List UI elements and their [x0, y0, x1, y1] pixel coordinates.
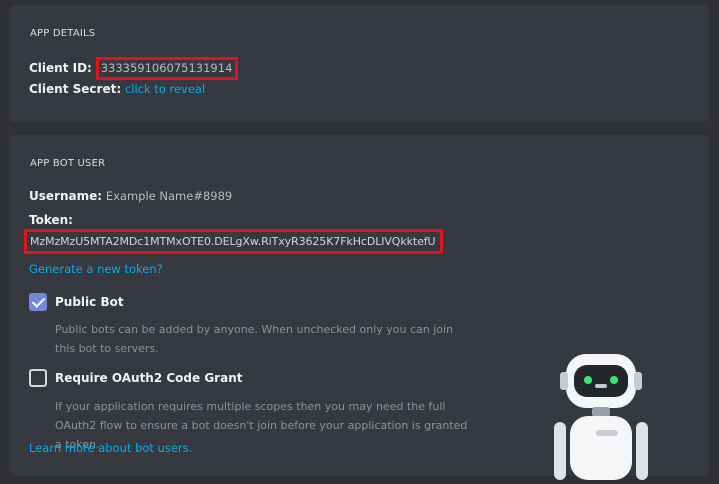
username-row: Username: Example Name#8989	[29, 189, 232, 203]
learn-more-link[interactable]: Learn more about bot users.	[29, 441, 192, 455]
client-secret-row: Client Secret: click to reveal	[29, 82, 205, 96]
public-bot-label[interactable]: Public Bot	[55, 295, 124, 309]
bot-user-title: APP BOT USER	[30, 158, 106, 169]
reveal-secret-link[interactable]: click to reveal	[125, 82, 205, 96]
username-label: Username:	[29, 189, 103, 203]
token-label-row: Token:	[29, 213, 73, 227]
app-details-title: APP DETAILS	[30, 28, 96, 39]
token-value[interactable]: MzMzMzU5MTA2MDc1MTMxOTE0.DELgXw.RiTxyR36…	[24, 229, 443, 254]
public-bot-checkbox[interactable]	[29, 293, 47, 311]
public-bot-description: Public bots can be added by anyone. When…	[55, 323, 454, 355]
client-secret-label: Client Secret:	[29, 82, 122, 96]
bot-user-card: APP BOT USER Username: Example Name#8989…	[9, 135, 709, 480]
username-value[interactable]: Example Name#8989	[106, 189, 232, 203]
oauth2-grant-checkbox[interactable]	[29, 369, 47, 387]
app-details-card: APP DETAILS Client ID: 33335910607513191…	[9, 5, 709, 122]
client-id-label: Client ID:	[29, 61, 92, 75]
token-label: Token:	[29, 213, 73, 227]
client-id-row: Client ID: 333359106075131914	[29, 57, 239, 80]
learn-more-row: Learn more about bot users.	[29, 441, 192, 455]
generate-token-row: Generate a new token?	[29, 262, 163, 276]
generate-token-link[interactable]: Generate a new token?	[29, 262, 163, 276]
robot-illustration-icon	[554, 354, 648, 480]
client-id-value[interactable]: 333359106075131914	[95, 57, 239, 80]
oauth2-grant-label[interactable]: Require OAuth2 Code Grant	[55, 371, 242, 385]
